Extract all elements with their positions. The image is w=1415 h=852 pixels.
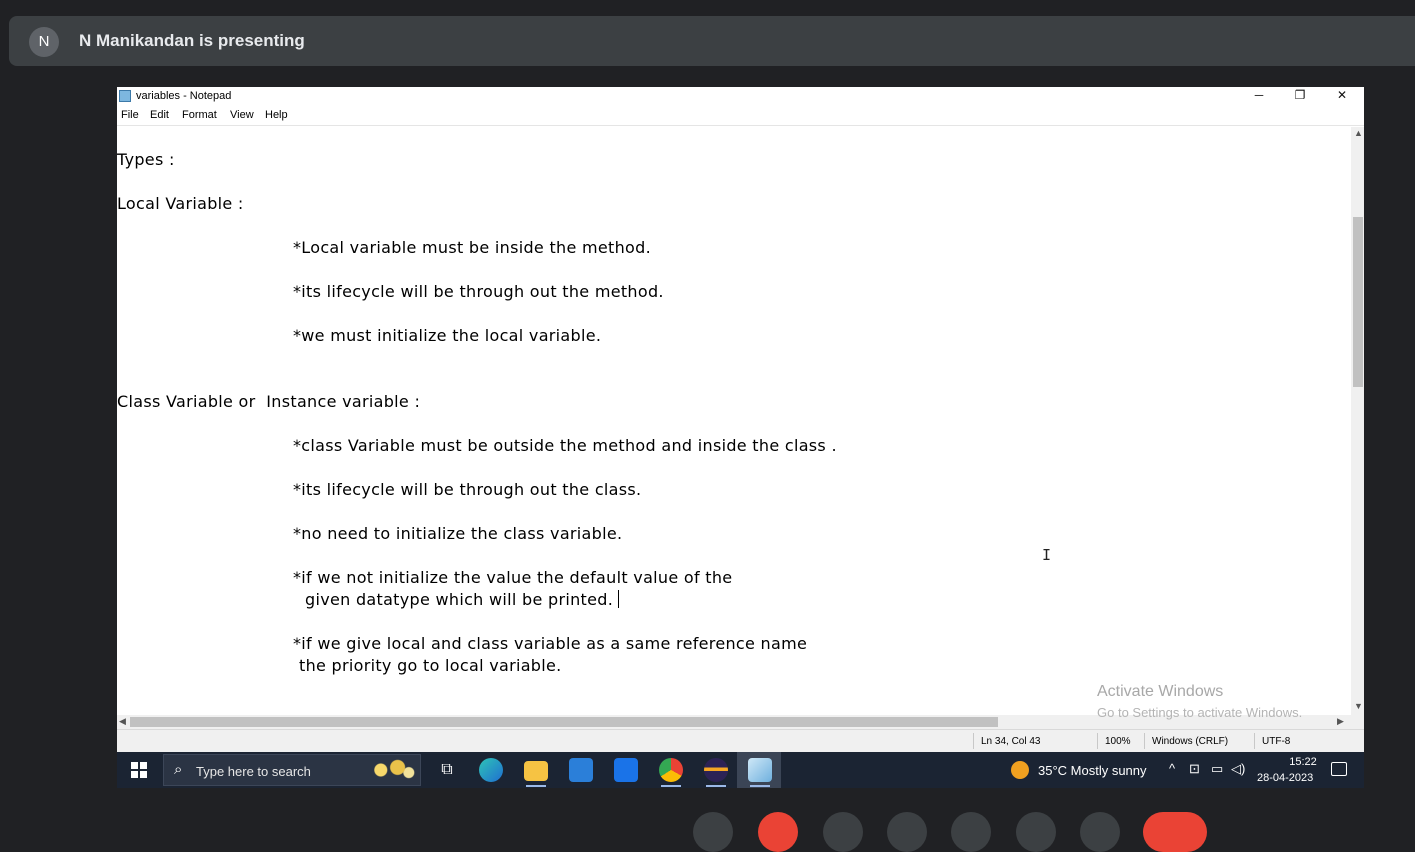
edge-icon[interactable]: [479, 758, 503, 782]
status-divider: [1254, 733, 1255, 749]
text-line: Types :: [117, 150, 175, 169]
text-line: *class Variable must be outside the meth…: [293, 436, 837, 455]
minimize-button[interactable]: ─: [1239, 87, 1279, 105]
text-line: *if we give local and class variable as …: [293, 634, 808, 653]
text-line: Local Variable :: [117, 194, 244, 213]
encoding: UTF-8: [1262, 736, 1291, 747]
menu-view[interactable]: View: [230, 109, 254, 121]
meet-control-button[interactable]: [1080, 812, 1120, 852]
scroll-left-icon[interactable]: ◀: [119, 716, 126, 727]
meet-control-button[interactable]: [758, 812, 798, 852]
eclipse-icon[interactable]: [704, 758, 728, 782]
taskbar-search-box[interactable]: ⌕ Type here to search: [163, 754, 421, 786]
window-title: variables - Notepad: [136, 90, 232, 102]
text-line: *its lifecycle will be through out the m…: [293, 282, 664, 301]
text-caret: [618, 590, 620, 608]
notification-icon[interactable]: [1331, 762, 1347, 776]
text-line: *no need to initialize the class variabl…: [293, 524, 623, 543]
zoom-level: 100%: [1105, 736, 1131, 747]
task-view-icon[interactable]: ⧉: [435, 758, 459, 782]
menu-file[interactable]: File: [121, 109, 139, 121]
scroll-right-icon[interactable]: ▶: [1337, 716, 1344, 727]
meet-control-button[interactable]: [887, 812, 927, 852]
notepad-icon: [119, 90, 131, 102]
clock-date[interactable]: 28-04-2023: [1257, 772, 1313, 784]
leave-call-button[interactable]: [1143, 812, 1207, 852]
presenter-label: N Manikandan is presenting: [79, 31, 305, 50]
activation-title: Activate Windows: [1097, 683, 1224, 700]
windows-taskbar: ⌕ Type here to search ⧉ 35°C Mostly sunn…: [117, 752, 1364, 788]
search-highlight-image: [364, 757, 420, 783]
notepad-taskbar-icon[interactable]: [748, 758, 772, 782]
meet-control-button[interactable]: [1016, 812, 1056, 852]
presenter-avatar: N: [29, 27, 59, 57]
file-explorer-icon[interactable]: [524, 761, 548, 781]
text-line: *if we not initialize the value the defa…: [293, 568, 733, 587]
chrome-icon[interactable]: [659, 758, 683, 782]
battery-icon[interactable]: ▭: [1211, 761, 1223, 777]
clock-time[interactable]: 15:22: [1273, 756, 1333, 768]
mail-icon[interactable]: [614, 758, 638, 782]
menu-edit[interactable]: Edit: [150, 109, 169, 121]
cursor-position: Ln 34, Col 43: [981, 736, 1041, 747]
text-line: the priority go to local variable.: [299, 656, 562, 675]
scroll-up-icon[interactable]: ▲: [1354, 128, 1363, 138]
text-line: *Local variable must be inside the metho…: [293, 238, 651, 257]
text-line: Class Variable or Instance variable :: [117, 392, 421, 411]
volume-icon[interactable]: ◁): [1231, 761, 1245, 777]
text-line: *its lifecycle will be through out the c…: [293, 480, 642, 499]
menu-help[interactable]: Help: [265, 109, 288, 121]
restore-button[interactable]: ❐: [1280, 87, 1320, 105]
eclipse-indicator: [706, 785, 726, 787]
chrome-indicator: [661, 785, 681, 787]
text-line: given datatype which will be printed.: [305, 590, 619, 609]
tray-chevron-icon[interactable]: ^: [1169, 761, 1175, 776]
notepad-titlebar: variables - Notepad ─ ❐ ✕: [117, 87, 1364, 106]
meet-control-button[interactable]: [951, 812, 991, 852]
menu-bar: File Edit Format View Help: [117, 106, 1364, 126]
activation-subtitle: Go to Settings to activate Windows.: [1097, 705, 1303, 720]
weather-text[interactable]: 35°C Mostly sunny: [1038, 763, 1147, 778]
search-icon: ⌕: [174, 761, 183, 778]
text-editor[interactable]: Types : Local Variable : *Local variable…: [117, 127, 1351, 715]
store-icon[interactable]: [569, 758, 593, 782]
vertical-scrollbar[interactable]: ▲ ▼: [1351, 127, 1364, 715]
shared-screen: variables - Notepad ─ ❐ ✕ File Edit Form…: [117, 87, 1364, 788]
search-placeholder: Type here to search: [196, 764, 311, 779]
notepad-indicator: [750, 785, 770, 787]
start-icon[interactable]: [131, 762, 147, 778]
mouse-ibeam-cursor: I: [1042, 546, 1052, 564]
meet-control-button[interactable]: [823, 812, 863, 852]
vertical-scroll-thumb[interactable]: [1353, 217, 1363, 387]
meet-control-button[interactable]: [693, 812, 733, 852]
weather-icon[interactable]: [1011, 761, 1029, 779]
line-ending: Windows (CRLF): [1152, 736, 1229, 747]
menu-format[interactable]: Format: [182, 109, 217, 121]
meet-indicator-icon[interactable]: ⊡: [1189, 761, 1200, 777]
status-bar: Ln 34, Col 43 100% Windows (CRLF) UTF-8: [117, 729, 1364, 752]
text-line: *we must initialize the local variable.: [293, 326, 602, 345]
file-explorer-indicator: [526, 785, 546, 787]
scroll-corner: [1351, 715, 1364, 729]
close-button[interactable]: ✕: [1322, 87, 1362, 105]
text-line-with-caret: given datatype which will be printed.: [305, 590, 620, 609]
status-divider: [973, 733, 974, 749]
presenter-banner: N N Manikandan is presenting: [9, 16, 1415, 66]
status-divider: [1097, 733, 1098, 749]
scroll-down-icon[interactable]: ▼: [1354, 701, 1363, 711]
horizontal-scroll-thumb[interactable]: [130, 717, 998, 727]
status-divider: [1144, 733, 1145, 749]
